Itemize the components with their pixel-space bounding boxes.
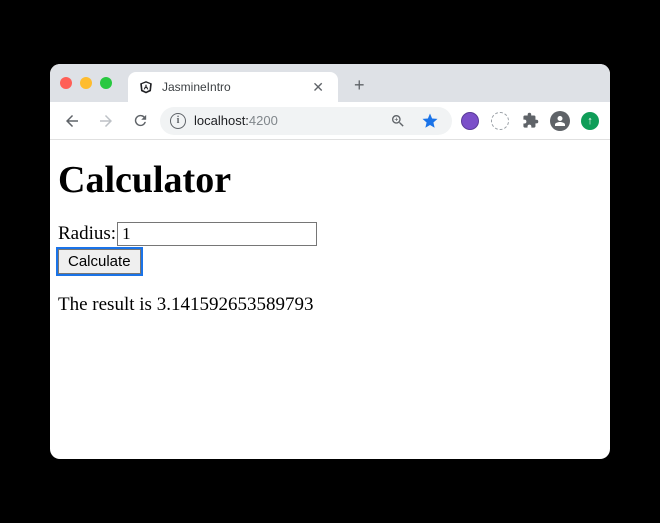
forward-button[interactable] <box>92 107 120 135</box>
browser-tab[interactable]: JasmineIntro ✕ <box>128 72 338 102</box>
bookmark-star-icon[interactable] <box>418 109 442 133</box>
radius-field-row: Radius: <box>58 222 602 246</box>
extensions-puzzle-icon[interactable] <box>518 109 542 133</box>
page-content: Calculator Radius: Calculate The result … <box>50 140 610 459</box>
minimize-window-button[interactable] <box>80 77 92 89</box>
reload-button[interactable] <box>126 107 154 135</box>
browser-toolbar: i localhost:4200 ↑ <box>50 102 610 140</box>
zoom-icon[interactable] <box>386 109 410 133</box>
result-value: 3.141592653589793 <box>157 294 314 315</box>
radius-label: Radius: <box>58 223 116 245</box>
profile-avatar-icon[interactable] <box>548 109 572 133</box>
back-button[interactable] <box>58 107 86 135</box>
page-heading: Calculator <box>58 158 602 202</box>
site-info-icon[interactable]: i <box>170 113 186 129</box>
calculate-button[interactable]: Calculate <box>58 249 141 274</box>
url-text: localhost:4200 <box>194 113 378 128</box>
window-controls <box>60 77 112 89</box>
radius-input[interactable] <box>117 222 317 246</box>
tab-title: JasmineIntro <box>162 80 300 94</box>
angular-favicon <box>138 79 154 95</box>
extension-green-icon[interactable]: ↑ <box>578 109 602 133</box>
titlebar: JasmineIntro ✕ + <box>50 64 610 102</box>
extension-purple-icon[interactable] <box>458 109 482 133</box>
extension-dotted-icon[interactable] <box>488 109 512 133</box>
browser-window: JasmineIntro ✕ + i localhost:4200 <box>50 64 610 459</box>
new-tab-button[interactable]: + <box>346 75 373 96</box>
tab-close-icon[interactable]: ✕ <box>308 79 328 96</box>
close-window-button[interactable] <box>60 77 72 89</box>
address-bar[interactable]: i localhost:4200 <box>160 107 452 135</box>
result-text: The result is 3.141592653589793 <box>58 294 602 316</box>
maximize-window-button[interactable] <box>100 77 112 89</box>
